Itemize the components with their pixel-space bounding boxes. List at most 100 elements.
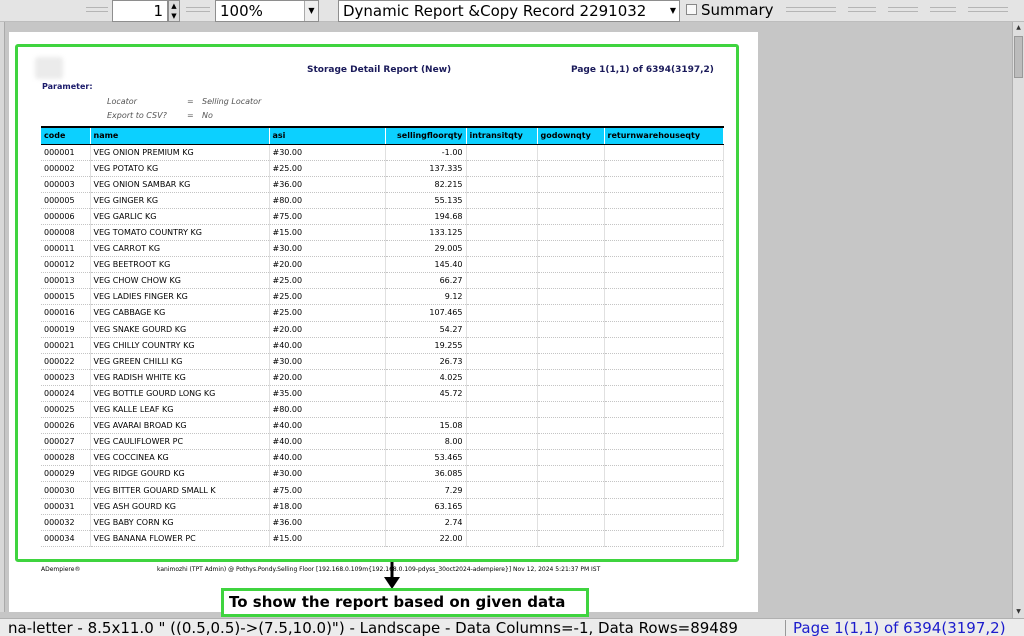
column-header-returnwarehouseqty[interactable]: returnwarehouseqty <box>604 126 724 145</box>
cell-name: VEG ONION SAMBAR KG <box>90 176 270 193</box>
toolbar-separator <box>848 7 876 12</box>
scroll-down-icon[interactable]: ▼ <box>1013 606 1024 618</box>
cell-godownqty <box>537 240 605 258</box>
cell-code: 000013 <box>41 272 91 290</box>
cell-intransitqty <box>466 353 538 370</box>
table-row: 000006 VEG GARLIC KG #75.00 194.68 <box>41 208 724 225</box>
vertical-scrollbar[interactable]: ▲ ▼ <box>1012 22 1024 618</box>
scroll-up-icon[interactable]: ▲ <box>1013 22 1024 34</box>
cell-intransitqty <box>466 160 538 177</box>
cell-returnwarehouseqty <box>604 272 724 290</box>
table-row: 000016 VEG CABBAGE KG #25.00 107.465 <box>41 304 724 322</box>
status-page-info: Page 1(1,1) of 6394(3197,2) <box>793 619 1006 636</box>
cell-returnwarehouseqty <box>604 353 724 370</box>
chevron-down-icon[interactable]: ▼ <box>304 1 318 21</box>
cell-sellingfloorqty: -1.00 <box>385 144 467 161</box>
cell-returnwarehouseqty <box>604 433 724 451</box>
cell-sellingfloorqty: 36.085 <box>385 465 467 483</box>
parameter-value: No <box>202 111 213 120</box>
cell-asi: #30.00 <box>269 465 386 483</box>
cell-code: 000025 <box>41 401 91 419</box>
cell-godownqty <box>537 385 605 403</box>
cell-sellingfloorqty <box>385 401 467 419</box>
cell-sellingfloorqty: 133.125 <box>385 224 467 242</box>
cell-returnwarehouseqty <box>604 208 724 225</box>
cell-sellingfloorqty: 45.72 <box>385 385 467 403</box>
toolbar-separator <box>930 7 956 12</box>
report-title: Storage Detail Report (New) <box>307 65 452 75</box>
column-header-code[interactable]: code <box>41 126 91 145</box>
cell-name: VEG CARROT KG <box>90 240 270 258</box>
left-panel-edge <box>0 22 5 612</box>
cell-asi: #75.00 <box>269 481 386 499</box>
cell-returnwarehouseqty <box>604 465 724 483</box>
summary-label: Summary <box>701 1 774 19</box>
cell-godownqty <box>537 369 605 386</box>
cell-name: VEG CHILLY COUNTRY KG <box>90 337 270 354</box>
page-spinner[interactable]: ▲ ▼ <box>168 0 180 22</box>
table-row: 000031 VEG ASH GOURD KG #18.00 63.165 <box>41 498 724 515</box>
table-header-row: code name asi sellingfloorqty intransitqty go… <box>41 126 724 145</box>
cell-godownqty <box>537 224 605 242</box>
table-body: 000001 VEG ONION PREMIUM KG #30.00 -1.00 000… <box>41 144 724 547</box>
table-row: 000030 VEG BITTER GOUARD SMALL K #75.00 7.2… <box>41 481 724 499</box>
column-header-sellingfloorqty[interactable]: sellingfloorqty <box>385 126 467 145</box>
cell-intransitqty <box>466 498 538 515</box>
cell-godownqty <box>537 160 605 177</box>
spin-up-icon[interactable]: ▲ <box>169 1 179 11</box>
cell-returnwarehouseqty <box>604 321 724 338</box>
cell-asi: #15.00 <box>269 224 386 242</box>
cell-name: VEG GARLIC KG <box>90 208 270 225</box>
summary-checkbox[interactable] <box>686 4 697 15</box>
column-header-name[interactable]: name <box>90 126 270 145</box>
cell-returnwarehouseqty <box>604 288 724 306</box>
cell-intransitqty <box>466 417 538 435</box>
report-footer-info: kanimozhi (TPT Admin) @ Pothys.Pondy.Sel… <box>157 566 601 573</box>
table-row: 000023 VEG RADISH WHITE KG #20.00 4.025 <box>41 369 724 386</box>
cell-sellingfloorqty: 22.00 <box>385 530 467 547</box>
cell-godownqty <box>537 288 605 306</box>
cell-asi: #30.00 <box>269 144 386 161</box>
column-header-intransitqty[interactable]: intransitqty <box>466 126 538 145</box>
cell-sellingfloorqty: 7.29 <box>385 481 467 499</box>
cell-sellingfloorqty: 63.165 <box>385 498 467 515</box>
cell-code: 000030 <box>41 481 91 499</box>
cell-name: VEG TOMATO COUNTRY KG <box>90 224 270 242</box>
cell-godownqty <box>537 272 605 290</box>
cell-returnwarehouseqty <box>604 481 724 499</box>
cell-sellingfloorqty: 53.465 <box>385 449 467 467</box>
arrow-down-icon <box>384 562 400 589</box>
cell-code: 000016 <box>41 304 91 322</box>
cell-intransitqty <box>466 481 538 499</box>
table-row: 000012 VEG BEETROOT KG #20.00 145.40 <box>41 256 724 274</box>
cell-name: VEG BEETROOT KG <box>90 256 270 274</box>
cell-code: 000024 <box>41 385 91 403</box>
chevron-down-icon[interactable]: ▼ <box>666 0 680 22</box>
status-info: na-letter - 8.5x11.0 " ((0.5,0.5)->(7.5,… <box>8 619 738 636</box>
spin-down-icon[interactable]: ▼ <box>169 11 179 21</box>
column-header-asi[interactable]: asi <box>269 126 386 145</box>
cell-code: 000031 <box>41 498 91 515</box>
cell-asi: #18.00 <box>269 498 386 515</box>
cell-godownqty <box>537 498 605 515</box>
status-separator <box>785 620 786 636</box>
page-number-field[interactable]: 1 <box>112 0 168 22</box>
cell-returnwarehouseqty <box>604 224 724 242</box>
column-header-godownqty[interactable]: godownqty <box>537 126 605 145</box>
cell-name: VEG LADIES FINGER KG <box>90 288 270 306</box>
zoom-select[interactable]: 100% ▼ <box>215 0 319 22</box>
cell-code: 000011 <box>41 240 91 258</box>
cell-intransitqty <box>466 304 538 322</box>
cell-asi: #36.00 <box>269 514 386 531</box>
cell-asi: #35.00 <box>269 385 386 403</box>
cell-asi: #20.00 <box>269 256 386 274</box>
report-name: Dynamic Report &Copy Record 2291032 <box>343 2 647 20</box>
status-bar: na-letter - 8.5x11.0 " ((0.5,0.5)->(7.5,… <box>0 618 1024 636</box>
report-select[interactable]: Dynamic Report &Copy Record 2291032 <box>338 0 680 22</box>
cell-asi: #30.00 <box>269 240 386 258</box>
cell-returnwarehouseqty <box>604 417 724 435</box>
scrollbar-thumb[interactable] <box>1014 36 1023 78</box>
report-table: code name asi sellingfloorqty intransitqty go… <box>41 126 724 547</box>
cell-intransitqty <box>466 224 538 242</box>
cell-code: 000012 <box>41 256 91 274</box>
